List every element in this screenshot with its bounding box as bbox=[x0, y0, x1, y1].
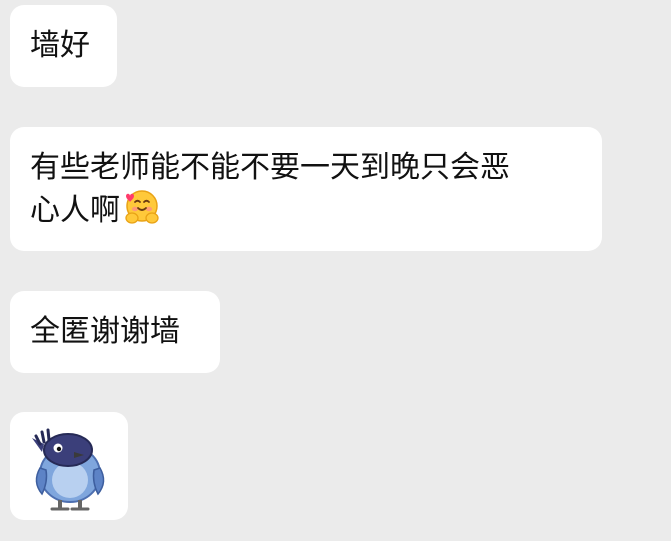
message-text-2-line-2-wrap: 心人啊 bbox=[30, 188, 584, 237]
message-text-3: 全匿谢谢墙 bbox=[30, 314, 180, 349]
message-bubble-1[interactable]: 墙好 bbox=[10, 5, 117, 87]
sticker-bubble[interactable] bbox=[10, 412, 128, 520]
message-bubble-2[interactable]: 有些老师能不能不要一天到晚只会恶 心人啊 bbox=[10, 127, 602, 251]
hugging-face-emoji-icon bbox=[122, 188, 162, 237]
message-text-2-line-2: 心人啊 bbox=[30, 193, 120, 228]
message-text-1: 墙好 bbox=[30, 28, 90, 63]
blue-bird-sticker-icon bbox=[22, 422, 116, 523]
message-bubble-3[interactable]: 全匿谢谢墙 bbox=[10, 291, 220, 373]
message-text-2-line-1: 有些老师能不能不要一天到晚只会恶 bbox=[30, 150, 510, 185]
